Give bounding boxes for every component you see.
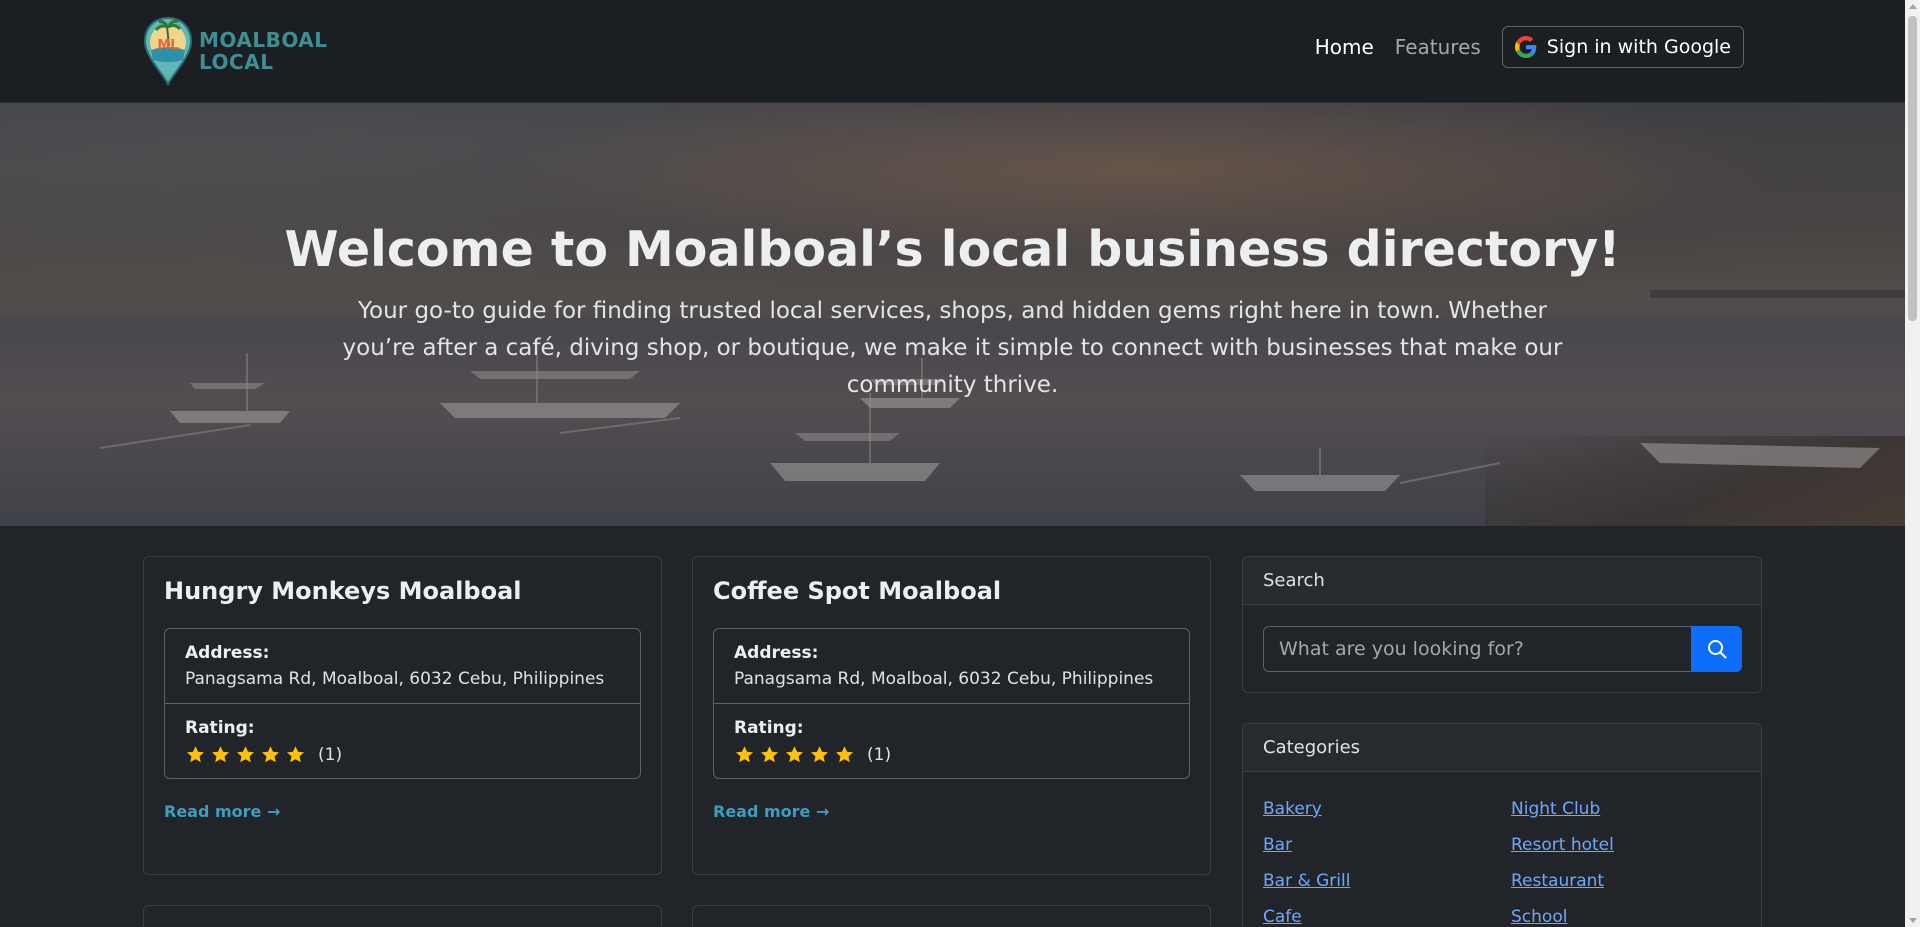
brand-wordmark: MOALBOAL LOCAL — [199, 29, 328, 73]
scroll-down-arrow-icon[interactable] — [1908, 918, 1917, 923]
scroll-up-arrow-icon[interactable] — [1908, 4, 1917, 9]
address-value: Panagsama Rd, Moalboal, 6032 Cebu, Phili… — [185, 669, 605, 689]
brand-logo[interactable]: ML MOALBOAL LOCAL — [143, 16, 328, 86]
hero-banner: Welcome to Moalboal’s local business dir… — [0, 103, 1905, 526]
hero-content: Welcome to Moalboal’s local business dir… — [0, 103, 1905, 526]
listing-address: Address: Panagsama Rd, Moalboal, 6032 Ce… — [165, 640, 640, 692]
search-form — [1263, 626, 1742, 672]
nav-features-link[interactable]: Features — [1395, 35, 1481, 59]
hero-title: Welcome to Moalboal’s local business dir… — [284, 221, 1621, 278]
rating-count: (1) — [867, 744, 892, 765]
rating-count: (1) — [318, 744, 343, 765]
search-icon — [1707, 640, 1727, 659]
search-button[interactable] — [1691, 626, 1742, 672]
star-icon — [211, 746, 230, 763]
listing-rating: Rating: (1) — [714, 715, 1189, 765]
scrollbar-thumb[interactable] — [1908, 16, 1917, 321]
star-icon — [835, 746, 854, 763]
category-link-restaurant[interactable]: Restaurant — [1511, 869, 1742, 894]
star-icon — [186, 746, 205, 763]
listing-card-partial — [143, 905, 662, 927]
divider — [165, 703, 640, 704]
category-link-cafe[interactable]: Cafe — [1263, 905, 1511, 927]
brand-line-2: LOCAL — [199, 50, 274, 74]
rating-label: Rating: — [185, 718, 255, 738]
category-link-bar[interactable]: Bar — [1263, 833, 1511, 858]
read-more-link[interactable]: Read more → — [164, 802, 280, 821]
sign-in-google-label: Sign in with Google — [1546, 36, 1731, 58]
svg-text:ML: ML — [157, 38, 178, 53]
listing-title[interactable]: Hungry Monkeys Moalboal — [164, 577, 522, 605]
listing-rating: Rating: (1) — [165, 715, 640, 765]
category-link-school[interactable]: School — [1511, 905, 1742, 927]
category-link-bakery[interactable]: Bakery — [1263, 797, 1511, 822]
search-panel-header: Search — [1243, 557, 1761, 605]
category-link-bar-grill[interactable]: Bar & Grill — [1263, 869, 1511, 894]
star-icon — [810, 746, 829, 763]
search-input[interactable] — [1263, 626, 1691, 672]
category-link-resort-hotel[interactable]: Resort hotel — [1511, 833, 1742, 858]
star-icon — [760, 746, 779, 763]
star-icon — [261, 746, 280, 763]
categories-panel-header: Categories — [1243, 724, 1761, 772]
listing-title[interactable]: Coffee Spot Moalboal — [713, 577, 1001, 605]
google-icon — [1514, 36, 1537, 58]
star-icon — [236, 746, 255, 763]
rating-label: Rating: — [734, 718, 804, 738]
category-link-night-club[interactable]: Night Club — [1511, 797, 1742, 822]
rating-stars: (1) — [185, 744, 620, 765]
divider — [714, 703, 1189, 704]
listing-info-box: Address: Panagsama Rd, Moalboal, 6032 Ce… — [713, 628, 1190, 779]
hero-subtitle: Your go-to guide for finding trusted loc… — [342, 298, 1563, 398]
map-pin-logo-icon: ML — [143, 16, 193, 86]
address-label: Address: — [185, 643, 270, 663]
listing-card: Hungry Monkeys Moalboal Address: Panagsa… — [143, 556, 662, 875]
page-scrollbar[interactable] — [1905, 0, 1920, 927]
listing-card: Coffee Spot Moalboal Address: Panagsama … — [692, 556, 1211, 875]
address-value: Panagsama Rd, Moalboal, 6032 Cebu, Phili… — [734, 669, 1154, 689]
categories-panel: Categories Bakery Night Club Bar Resort … — [1242, 723, 1762, 927]
listing-address: Address: Panagsama Rd, Moalboal, 6032 Ce… — [714, 640, 1189, 692]
rating-stars: (1) — [734, 744, 1169, 765]
listing-card-partial — [692, 905, 1211, 927]
brand-line-1: MOALBOAL — [199, 28, 328, 52]
read-more-link[interactable]: Read more → — [713, 802, 829, 821]
search-panel: Search — [1242, 556, 1762, 693]
listing-info-box: Address: Panagsama Rd, Moalboal, 6032 Ce… — [164, 628, 641, 779]
sign-in-google-button[interactable]: Sign in with Google — [1501, 26, 1744, 68]
nav-home-link[interactable]: Home — [1315, 35, 1374, 59]
navbar: ML MOALBOAL LOCAL Home Features Sign in … — [0, 0, 1905, 103]
star-icon — [785, 746, 804, 763]
address-label: Address: — [734, 643, 819, 663]
star-icon — [286, 746, 305, 763]
star-icon — [735, 746, 754, 763]
categories-list: Bakery Night Club Bar Resort hotel Bar &… — [1263, 797, 1742, 927]
nav-links: Home Features Sign in with Google — [1315, 26, 1744, 68]
